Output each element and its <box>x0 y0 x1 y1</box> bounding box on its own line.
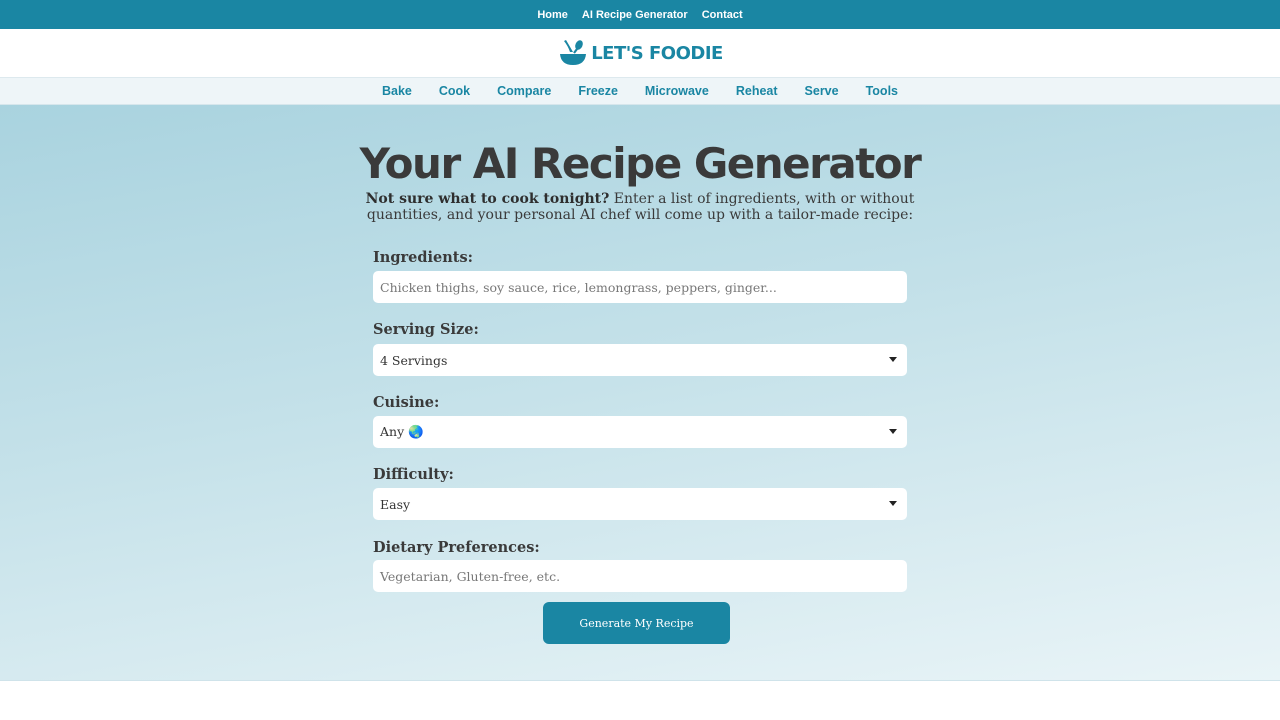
catnav-reheat[interactable]: Reheat <box>736 84 778 98</box>
topnav-contact[interactable]: Contact <box>702 9 743 21</box>
catnav-freeze[interactable]: Freeze <box>578 84 618 98</box>
catnav-compare[interactable]: Compare <box>497 84 551 98</box>
bowl-spoon-icon <box>560 40 587 65</box>
ingredients-placeholder: Chicken thighs, soy sauce, rice, lemongr… <box>380 279 777 295</box>
chevron-down-icon <box>889 357 897 362</box>
site-header: LET'S FOODIE <box>0 29 1280 78</box>
catnav-bake[interactable]: Bake <box>382 84 412 98</box>
difficulty-label: Difficulty: <box>373 466 454 483</box>
difficulty-value: Easy <box>380 496 411 512</box>
dietary-preferences-placeholder: Vegetarian, Gluten-free, etc. <box>380 568 561 584</box>
catnav-serve[interactable]: Serve <box>805 84 839 98</box>
intro-text: Not sure what to cook tonight? Enter a l… <box>340 191 940 223</box>
serving-size-label: Serving Size: <box>373 321 479 338</box>
dietary-preferences-label: Dietary Preferences: <box>373 539 540 556</box>
chevron-down-icon <box>889 501 897 506</box>
cuisine-label: Cuisine: <box>373 394 440 411</box>
top-navigation: Home AI Recipe Generator Contact <box>0 0 1280 29</box>
recipe-generator-section: Your AI Recipe Generator Not sure what t… <box>0 105 1280 681</box>
logo-text: LET'S FOODIE <box>591 42 723 64</box>
generate-recipe-button[interactable]: Generate My Recipe <box>543 602 730 644</box>
intro-bold: Not sure what to cook tonight? <box>365 191 610 207</box>
serving-size-select[interactable]: 4 Servings <box>373 344 907 376</box>
chevron-down-icon <box>889 429 897 434</box>
topnav-ai-recipe-generator[interactable]: AI Recipe Generator <box>582 9 688 21</box>
cuisine-select[interactable]: Any 🌏 <box>373 416 907 448</box>
catnav-tools[interactable]: Tools <box>866 84 898 98</box>
page-title: Your AI Recipe Generator <box>359 139 922 188</box>
ingredients-input[interactable]: Chicken thighs, soy sauce, rice, lemongr… <box>373 271 907 303</box>
serving-size-value: 4 Servings <box>380 352 448 368</box>
catnav-microwave[interactable]: Microwave <box>645 84 709 98</box>
catnav-cook[interactable]: Cook <box>439 84 470 98</box>
dietary-preferences-input[interactable]: Vegetarian, Gluten-free, etc. <box>373 560 907 592</box>
site-logo[interactable]: LET'S FOODIE <box>557 37 723 69</box>
cuisine-value: Any 🌏 <box>380 424 424 439</box>
topnav-home[interactable]: Home <box>537 9 568 21</box>
ingredients-label: Ingredients: <box>373 249 473 266</box>
category-navigation: Bake Cook Compare Freeze Microwave Rehea… <box>0 78 1280 105</box>
difficulty-select[interactable]: Easy <box>373 488 907 520</box>
